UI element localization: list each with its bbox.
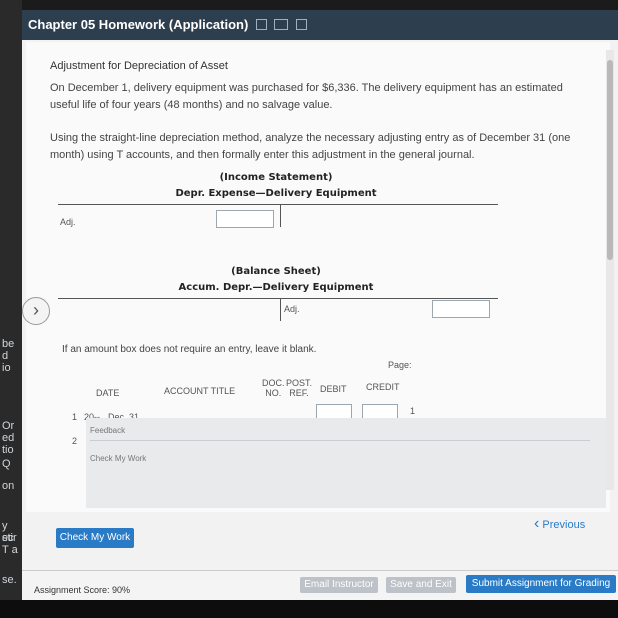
problem-heading: Adjustment for Depreciation of Asset [50, 60, 228, 72]
t-account-2-statement: (Balance Sheet) [231, 266, 321, 277]
footer-bar: Assignment Score: 90% Email Instructor S… [22, 570, 618, 600]
os-taskbar [0, 600, 618, 618]
calculator-icon[interactable] [296, 19, 307, 30]
background-text: Q [2, 458, 11, 470]
background-text: d [2, 350, 9, 362]
background-text: Or [2, 420, 15, 432]
journal-header-credit: CREDIT [366, 382, 400, 392]
video-icon[interactable] [274, 19, 288, 30]
journal-page-label: Page: [388, 360, 412, 370]
next-question-button[interactable]: › [22, 297, 50, 325]
header-line: DOC. [262, 378, 285, 388]
journal-instruction: If an amount box does not require an ent… [62, 344, 317, 355]
t-account-2-adj-label: Adj. [284, 304, 300, 314]
background-text: ed [2, 432, 15, 444]
background-text: be [2, 338, 15, 350]
title-bar: Chapter 05 Homework (Application) [22, 10, 618, 40]
scroll-thumb[interactable] [607, 60, 613, 260]
journal-header-post-ref: POST. REF. [286, 378, 312, 398]
background-text: tio [2, 444, 14, 456]
t-account-2-credit-input[interactable] [432, 300, 490, 318]
journal-header-doc-no: DOC. NO. [262, 378, 285, 398]
paragraph-line: useful life of four years (48 months) an… [50, 99, 333, 111]
submit-assignment-button[interactable]: Submit Assignment for Grading [466, 575, 616, 593]
t-account-1-rule [58, 204, 498, 205]
header-line: POST. [286, 378, 313, 388]
t-account-2-rule [58, 298, 498, 299]
window-title: Chapter 05 Homework (Application) [28, 17, 249, 32]
feedback-divider [90, 440, 590, 441]
journal-header-debit: DEBIT [320, 384, 347, 394]
t-account-1-statement: (Income Statement) [219, 172, 333, 183]
background-text: on [2, 480, 15, 492]
assignment-score: Assignment Score: 90% [34, 585, 131, 595]
bookmark-icon[interactable] [256, 19, 267, 30]
background-text: stir [2, 532, 17, 544]
problem-paragraph-2: Using the straight-line depreciation met… [50, 130, 590, 164]
feedback-panel: Feedback Check My Work [86, 418, 606, 508]
t-account-1-adj-label: Adj. [60, 217, 76, 227]
background-text: io [2, 362, 11, 374]
t-account-1-title: Depr. Expense—Delivery Equipment [175, 188, 377, 199]
background-text: T a [2, 544, 18, 556]
email-instructor-button[interactable]: Email Instructor [300, 577, 378, 593]
t-account-2-title: Accum. Depr.—Delivery Equipment [178, 282, 374, 293]
problem-paragraph-1: On December 1, delivery equipment was pu… [50, 80, 590, 114]
t-account-2-divider [280, 299, 281, 321]
chevron-left-icon: ‹ [534, 515, 540, 532]
header-line: REF. [289, 388, 309, 398]
paragraph-line: month) using T accounts, and then formal… [50, 149, 475, 161]
previous-link[interactable]: ‹ Previous [534, 515, 585, 533]
save-and-exit-button[interactable]: Save and Exit [386, 577, 456, 593]
background-window-strip: be d io Or ed tio Q on y ec stir T a se. [0, 0, 22, 618]
t-account-1-divider [280, 205, 281, 227]
paragraph-line: Using the straight-line depreciation met… [50, 132, 571, 144]
previous-label: Previous [542, 519, 586, 531]
chevron-right-icon: › [33, 300, 39, 320]
assignment-window: Chapter 05 Homework (Application) Adjust… [22, 10, 618, 600]
journal-header-date: DATE [96, 388, 120, 398]
header-line: NO. [265, 388, 282, 398]
t-account-1-debit-input[interactable] [216, 210, 274, 228]
feedback-label: Feedback [90, 426, 126, 435]
background-text: se. [2, 574, 17, 586]
journal-row-number: 1 [72, 412, 78, 422]
scrollbar[interactable] [606, 50, 614, 490]
journal-header-account-title: ACCOUNT TITLE [164, 386, 236, 396]
journal-line-number: 1 [410, 406, 416, 416]
journal-row-number: 2 [72, 436, 78, 446]
check-my-work-button[interactable]: Check My Work [56, 528, 134, 548]
paragraph-line: On December 1, delivery equipment was pu… [50, 82, 563, 94]
feedback-check-my-work[interactable]: Check My Work [90, 454, 146, 463]
